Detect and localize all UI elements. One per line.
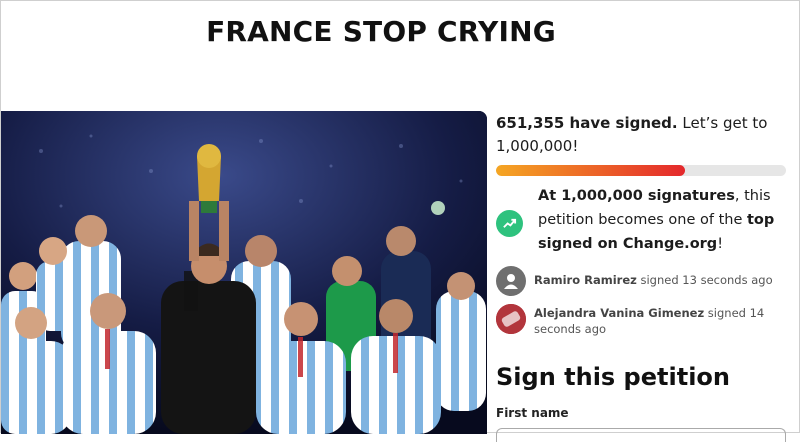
- default-user-icon: [496, 266, 526, 296]
- user-photo-avatar: [496, 304, 526, 334]
- first-name-input[interactable]: [496, 428, 786, 442]
- milestone-text: At 1,000,000 signatures, this petition b…: [538, 184, 791, 256]
- petition-sidebar: 651,355 have signed. Let’s get to 1,000,…: [496, 111, 791, 442]
- signer-name: Alejandra Vanina Gimenez: [534, 306, 705, 320]
- signature-progress-bar: [496, 165, 786, 176]
- petition-image: [1, 111, 487, 434]
- recent-signer-2: Alejandra Vanina Gimenez signed 14 secon…: [496, 304, 791, 337]
- first-name-label: First name: [496, 406, 569, 420]
- recent-signer-1: Ramiro Ramirez signed 13 seconds ago: [496, 266, 791, 296]
- signer-activity-text: Alejandra Vanina Gimenez signed 14 secon…: [534, 304, 791, 337]
- trending-up-icon: [496, 210, 523, 237]
- milestone-bold-1: At 1,000,000 signatures: [538, 188, 735, 204]
- progress-fill: [496, 165, 685, 176]
- milestone-text-4: !: [717, 236, 724, 252]
- signed-count-text: 651,355 have signed.: [496, 114, 678, 132]
- sign-petition-heading: Sign this petition: [496, 363, 730, 391]
- milestone-info: At 1,000,000 signatures, this petition b…: [496, 184, 791, 256]
- signer-action: signed 13 seconds ago: [636, 273, 773, 287]
- signature-count: 651,355 have signed. Let’s get to 1,000,…: [496, 112, 791, 158]
- petition-title: FRANCE STOP CRYING: [206, 15, 556, 48]
- signer-name: Ramiro Ramirez: [534, 273, 637, 287]
- signer-activity-text: Ramiro Ramirez signed 13 seconds ago: [534, 266, 773, 288]
